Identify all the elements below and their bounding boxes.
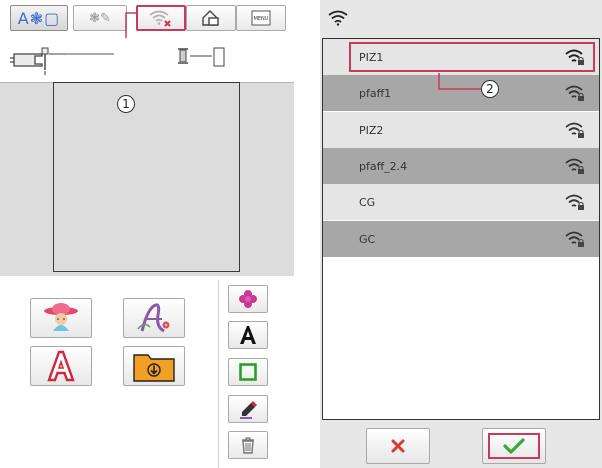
network-row[interactable]: pfaff_2.4 bbox=[323, 148, 599, 184]
text-edit-button[interactable] bbox=[228, 321, 268, 349]
pencil-edit-icon bbox=[240, 401, 257, 419]
trash-icon bbox=[242, 437, 254, 454]
dialog-footer bbox=[320, 420, 602, 468]
letter-a-icon bbox=[240, 326, 256, 344]
network-row[interactable]: CG bbox=[323, 184, 599, 220]
designs-button[interactable] bbox=[30, 298, 92, 338]
embroidery-screen: A❃▢ ❃✎ MENU 1 bbox=[0, 0, 294, 468]
edit-stitches-button[interactable] bbox=[228, 395, 268, 423]
dialog-header bbox=[320, 0, 602, 36]
network-ssid: CG bbox=[359, 195, 376, 209]
design-selection-area bbox=[0, 280, 218, 468]
frame-shape-button[interactable] bbox=[228, 358, 268, 386]
panel-divider bbox=[218, 280, 219, 468]
fonts-button[interactable] bbox=[30, 346, 92, 386]
confirm-highlight bbox=[488, 433, 540, 459]
wifi-secured-icon bbox=[565, 231, 584, 247]
fonts-icon bbox=[47, 350, 75, 382]
delete-button[interactable] bbox=[228, 431, 268, 459]
cancel-x-icon bbox=[391, 439, 405, 453]
network-row[interactable]: PIZ2 bbox=[323, 112, 599, 148]
network-row[interactable]: GC bbox=[323, 221, 599, 257]
machine-status-bar bbox=[0, 38, 294, 82]
wifi-secured-icon bbox=[565, 158, 584, 174]
hoop-frame[interactable] bbox=[53, 82, 240, 272]
wifi-networks-dialog: PIZ1 pfaff1 PIZ2 pfaff_2.4 CG GC 2 bbox=[320, 0, 602, 468]
callout-1: 1 bbox=[117, 95, 135, 113]
network-list: PIZ1 pfaff1 PIZ2 pfaff_2.4 CG GC 2 bbox=[322, 38, 600, 420]
color-button[interactable] bbox=[228, 285, 268, 313]
wifi-icon bbox=[328, 10, 348, 26]
script-a-icon bbox=[137, 303, 170, 333]
wifi-secured-icon bbox=[565, 194, 584, 210]
file-manager-button[interactable] bbox=[123, 346, 185, 386]
thread-line bbox=[66, 53, 114, 55]
green-square-icon bbox=[239, 363, 257, 381]
folder-download-icon bbox=[133, 354, 175, 382]
hoop-and-needle-icon bbox=[10, 47, 68, 75]
lady-design-icon bbox=[44, 303, 78, 331]
wifi-secured-icon bbox=[565, 122, 584, 138]
network-ssid: GC bbox=[359, 232, 376, 246]
flower-icon bbox=[239, 290, 257, 308]
spool-and-bobbin-icon bbox=[178, 47, 225, 67]
callout-line-2 bbox=[438, 73, 481, 90]
confirm-button[interactable] bbox=[482, 428, 546, 464]
network-ssid: pfaff_2.4 bbox=[359, 159, 408, 173]
font-designs-button[interactable] bbox=[123, 298, 185, 338]
callout-2: 2 bbox=[481, 80, 499, 98]
network-ssid: PIZ2 bbox=[359, 123, 384, 137]
cancel-button[interactable] bbox=[366, 428, 430, 464]
